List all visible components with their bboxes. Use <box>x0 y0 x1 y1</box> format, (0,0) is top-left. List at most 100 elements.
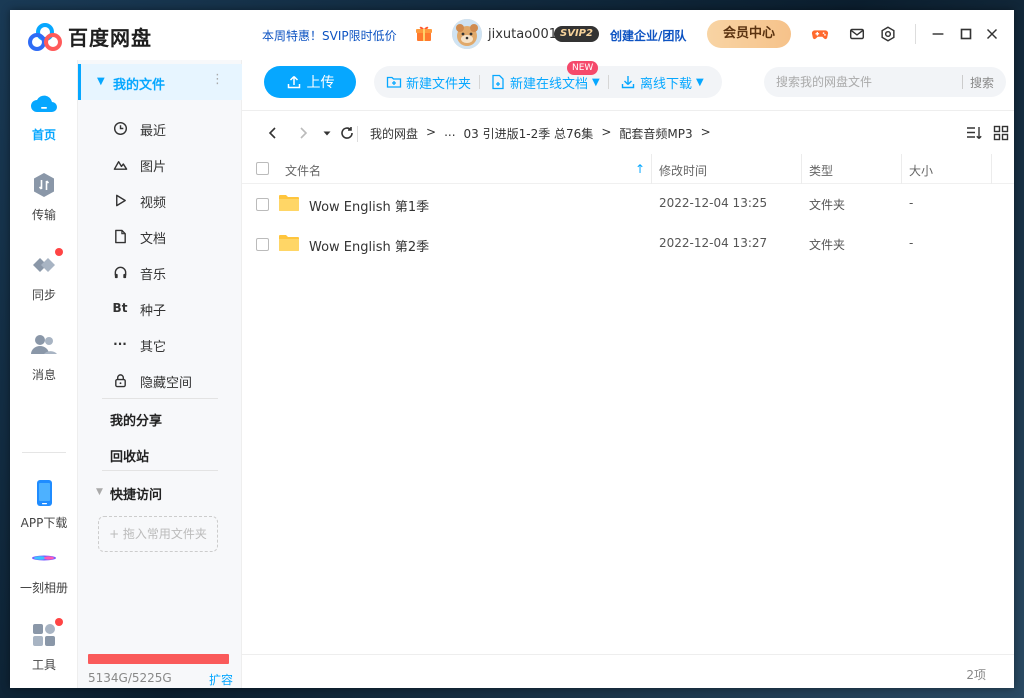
nav-sync[interactable]: 同步 <box>10 248 78 303</box>
sidebar-item-recent[interactable]: 最近 <box>78 110 242 146</box>
settings-icon[interactable] <box>878 24 898 44</box>
file-modified: 2022-12-04 13:25 <box>659 196 768 210</box>
sidebar-item-torrents[interactable]: Bt 种子 <box>78 290 242 326</box>
collapse-arrow-icon[interactable]: ▼ <box>96 487 103 497</box>
username[interactable]: jixutao001 <box>488 27 557 42</box>
nav-label: APP下载 <box>20 516 68 530</box>
sidebar-item-label: 隐藏空间 <box>140 376 193 391</box>
tools-icon <box>29 618 63 650</box>
grid-view-icon[interactable] <box>993 125 1011 143</box>
minimize-icon[interactable] <box>928 24 948 44</box>
new-folder-button[interactable]: 新建文件夹 <box>386 66 471 98</box>
table-row[interactable]: Wow English 第2季 2022-12-04 13:27 文件夹 - <box>242 224 1014 264</box>
sidebar-recycle-bin[interactable]: 回收站 <box>110 446 149 465</box>
expand-arrow-icon[interactable]: ▼ <box>97 76 105 87</box>
sort-asc-icon[interactable]: ↑ <box>635 162 645 176</box>
sidebar-item-videos[interactable]: 视频 <box>78 182 242 218</box>
sidebar-my-files-label: 我的文件 <box>113 78 166 93</box>
breadcrumb-item[interactable]: 我的网盘 <box>370 125 418 142</box>
avatar[interactable] <box>452 19 482 49</box>
cloud-home-icon <box>29 90 59 120</box>
toolbar-separator <box>479 75 480 89</box>
row-checkbox[interactable] <box>256 238 269 251</box>
gamepad-icon[interactable] <box>810 24 830 44</box>
table-row[interactable]: Wow English 第1季 2022-12-04 13:25 文件夹 - <box>242 184 1014 224</box>
breadcrumb-item[interactable]: 配套音频MP3 <box>619 125 692 142</box>
sidebar: ▼ 我的文件 ⋮ 最近 图片 视频 文档 音乐 Bt 种子 ··· 其它 隐藏空… <box>78 60 242 688</box>
sort-icon[interactable] <box>966 125 984 143</box>
nav-tools[interactable]: 工具 <box>10 618 78 673</box>
upload-button[interactable]: 上传 <box>264 66 356 98</box>
file-size: - <box>909 236 914 250</box>
refresh-icon[interactable] <box>338 124 356 142</box>
nav-label: 传输 <box>31 208 56 222</box>
nav-home[interactable]: 首页 <box>10 90 78 143</box>
forward-icon[interactable] <box>294 124 312 142</box>
svip-badge: SVIP2 <box>554 26 599 42</box>
main-panel: 上传 新建文件夹 新建在线文档 ▼ NEW 离线下载 ▼ 搜索我的网盘文件 搜索… <box>242 60 1014 688</box>
create-enterprise-link[interactable]: 创建企业/团队 <box>610 27 686 44</box>
file-modified: 2022-12-04 13:27 <box>659 236 768 250</box>
close-icon[interactable] <box>982 24 1002 44</box>
sidebar-item-label: 图片 <box>140 160 167 175</box>
storage-quota-bar <box>88 654 229 664</box>
sidebar-my-files[interactable]: ▼ 我的文件 ⋮ <box>78 64 242 100</box>
sidebar-item-images[interactable]: 图片 <box>78 146 242 182</box>
sidebar-item-other[interactable]: ··· 其它 <box>78 326 242 362</box>
breadcrumb-item[interactable]: ... <box>444 125 455 142</box>
column-separator[interactable] <box>991 154 992 184</box>
nav-message[interactable]: 消息 <box>10 330 78 383</box>
maximize-icon[interactable] <box>956 24 976 44</box>
quick-access-drop-zone[interactable]: + 拖入常用文件夹 <box>98 516 218 552</box>
document-icon <box>112 228 128 244</box>
sidebar-item-documents[interactable]: 文档 <box>78 218 242 254</box>
more-vertical-icon[interactable]: ⋮ <box>211 72 224 87</box>
sidebar-my-share[interactable]: 我的分享 <box>110 410 162 429</box>
select-all-checkbox[interactable] <box>256 162 269 175</box>
new-doc-label: 新建在线文档 <box>510 76 589 92</box>
breadcrumb-arrow: > <box>426 125 437 139</box>
image-icon <box>112 156 128 172</box>
history-dropdown-icon[interactable] <box>318 124 336 142</box>
search-button[interactable]: 搜索 <box>970 74 994 91</box>
back-icon[interactable] <box>264 124 282 142</box>
app-name: 百度网盘 <box>68 26 152 50</box>
gift-icon[interactable] <box>415 24 433 42</box>
promo-link[interactable]: 本周特惠！SVIP限时低价 <box>262 27 397 44</box>
item-count: 2项 <box>966 668 986 682</box>
column-separator[interactable] <box>651 154 652 184</box>
mail-icon[interactable] <box>847 24 867 44</box>
sidebar-item-music[interactable]: 音乐 <box>78 254 242 290</box>
lock-icon <box>112 372 128 388</box>
column-header-type[interactable]: 类型 <box>809 162 833 179</box>
file-name[interactable]: Wow English 第1季 <box>309 196 429 215</box>
ellipsis-icon: ··· <box>113 337 127 351</box>
sidebar-item-hidden-space[interactable]: 隐藏空间 <box>78 362 242 398</box>
nav-app-download[interactable]: APP下载 <box>10 478 78 531</box>
upload-icon <box>287 75 300 89</box>
breadcrumb-arrow[interactable]: > <box>701 125 711 142</box>
vip-center-button[interactable]: 会员中心 <box>707 20 791 48</box>
column-separator[interactable] <box>901 154 902 184</box>
column-separator[interactable] <box>801 154 802 184</box>
toolbar-separator <box>608 75 609 89</box>
nav-label: 同步 <box>31 288 56 302</box>
nav-transfer[interactable]: 传输 <box>10 170 78 223</box>
row-checkbox[interactable] <box>256 198 269 211</box>
sidebar-item-label: 文档 <box>140 232 167 247</box>
breadcrumb-item[interactable]: 03 引进版1-2季 总76集 <box>464 125 594 142</box>
transfer-icon <box>29 170 59 200</box>
column-header-size[interactable]: 大小 <box>909 162 933 179</box>
app-logo[interactable]: 百度网盘 <box>28 22 152 51</box>
expand-storage-link[interactable]: 扩容 <box>209 671 233 688</box>
nav-album[interactable]: 一刻相册 <box>10 543 78 596</box>
sidebar-quick-access[interactable]: 快捷访问 <box>110 484 162 503</box>
play-icon <box>112 192 128 208</box>
nav-label: 工具 <box>31 658 56 672</box>
file-size: - <box>909 196 914 210</box>
file-name[interactable]: Wow English 第2季 <box>309 236 429 255</box>
column-header-name[interactable]: 文件名 <box>285 162 321 179</box>
nav-label: 首页 <box>31 128 56 142</box>
column-header-modified[interactable]: 修改时间 <box>659 162 707 179</box>
offline-download-button[interactable]: 离线下载 ▼ <box>620 66 704 98</box>
